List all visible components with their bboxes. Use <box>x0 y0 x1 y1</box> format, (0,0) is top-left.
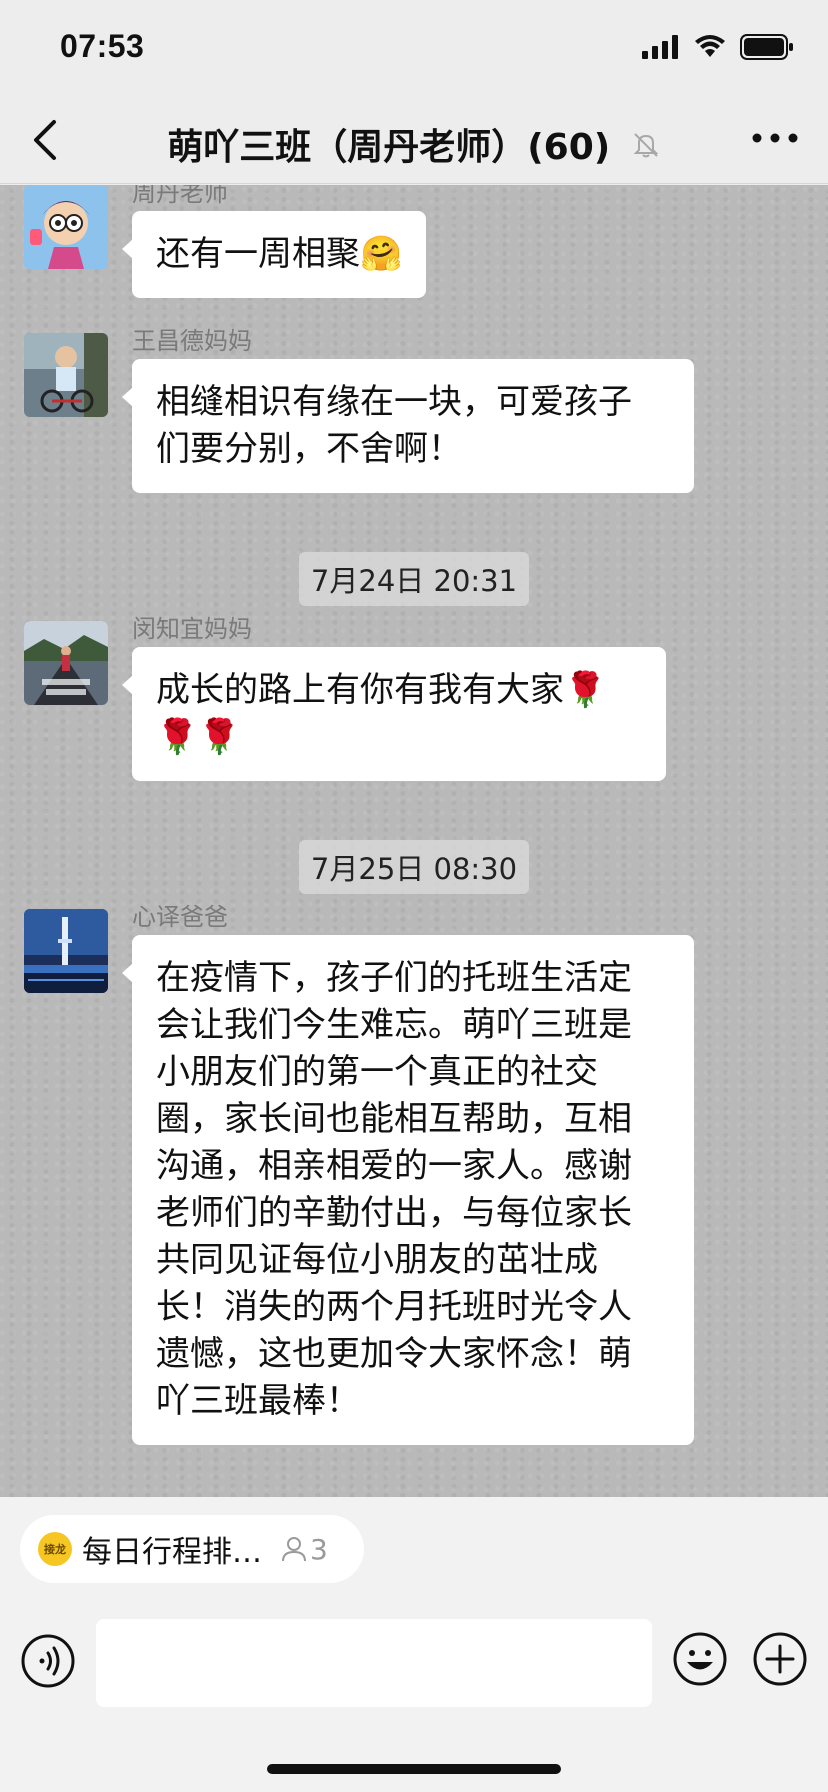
avatar[interactable] <box>24 909 108 993</box>
avatar[interactable] <box>24 185 108 269</box>
signal-icon <box>642 35 678 59</box>
more-icon[interactable] <box>752 126 798 150</box>
emoji-icon[interactable] <box>672 1631 728 1687</box>
message-line: 圈，家长间也能相互帮助，互相 <box>156 1099 632 1139</box>
message-line: 小朋友们的第一个真正的社交 <box>156 1052 598 1092</box>
message-line: 共同见证每位小朋友的茁壮成 <box>156 1240 598 1280</box>
message-text: 还有一周相聚🤗 <box>156 234 403 274</box>
message-line: 遗憾，这也更加令大家怀念！萌 <box>156 1334 632 1374</box>
mute-bell-icon <box>633 133 659 158</box>
message-line: 沟通，相亲相爱的一家人。感谢 <box>156 1146 632 1186</box>
message-line: 会让我们今生难忘。萌吖三班是 <box>156 1005 632 1045</box>
group-name: 萌吖三班（周丹老师） <box>167 127 528 168</box>
person-icon <box>282 1537 306 1562</box>
plus-icon[interactable] <box>752 1631 808 1687</box>
avatar[interactable] <box>24 621 108 705</box>
mini-program-pill[interactable]: 接龙 每日行程排… 3 <box>20 1515 364 1583</box>
status-bar: 07:53 <box>0 0 828 96</box>
message-bubble[interactable]: 成长的路上有你有我有大家🌹 🌹🌹 <box>122 647 666 781</box>
message-line: 老师们的辛勤付出，与每位家长 <box>156 1193 632 1233</box>
timestamp-label: 7月24日 20:31 <box>298 552 530 606</box>
message-line: 成长的路上有你有我有大家🌹 <box>156 670 607 710</box>
chat-messages[interactable]: 周丹老师 还有一周相聚🤗 王昌德妈妈 相缝相识有缘在一块，可爱孩子 们要分别，不… <box>0 185 828 1497</box>
message-bubble[interactable]: 在疫情下，孩子们的托班生活定 会让我们今生难忘。萌吖三班是 小朋友们的第一个真正… <box>122 935 694 1445</box>
message-line: 们要分别，不舍啊！ <box>156 429 462 469</box>
sender-name: 王昌德妈妈 <box>132 327 252 355</box>
nav-bar: 萌吖三班（周丹老师）(60) <box>0 96 828 184</box>
input-bar <box>0 1589 828 1792</box>
status-time: 07:53 <box>60 28 145 64</box>
sender-name: 闵知宜妈妈 <box>132 615 252 643</box>
participant-count-value: 3 <box>310 1532 328 1566</box>
status-icons <box>642 34 794 60</box>
battery-icon <box>740 34 793 60</box>
message-line: 在疫情下，孩子们的托班生活定 <box>156 958 632 998</box>
sender-name: 心译爸爸 <box>132 903 228 931</box>
timestamp: 7月25日 08:30 <box>0 840 828 894</box>
message-line: 🌹🌹 <box>156 717 241 757</box>
message-input[interactable] <box>96 1619 652 1707</box>
jielong-logo-icon: 接龙 <box>38 1532 72 1566</box>
timestamp-label: 7月25日 08:30 <box>298 840 530 894</box>
message-bubble[interactable]: 相缝相识有缘在一块，可爱孩子 们要分别，不舍啊！ <box>122 359 694 493</box>
member-count: (60) <box>527 127 611 168</box>
mini-program-label: 每日行程排… <box>82 1535 262 1570</box>
message-line: 相缝相识有缘在一块，可爱孩子 <box>156 382 632 422</box>
message-bubble[interactable]: 还有一周相聚🤗 <box>121 211 427 298</box>
voice-icon[interactable] <box>20 1633 76 1689</box>
wifi-icon <box>695 35 725 57</box>
home-indicator[interactable] <box>267 1764 561 1774</box>
sender-name: 周丹老师 <box>132 185 228 207</box>
timestamp: 7月24日 20:31 <box>0 552 828 606</box>
chat-title: 萌吖三班（周丹老师）(60) <box>0 118 828 170</box>
message-line: 吖三班最棒！ <box>156 1381 360 1421</box>
message-line: 长！消失的两个月托班时光令人 <box>156 1287 632 1327</box>
avatar[interactable] <box>24 333 108 417</box>
mini-program-strip: 接龙 每日行程排… 3 <box>0 1497 828 1589</box>
participant-count: 3 <box>280 1533 328 1566</box>
